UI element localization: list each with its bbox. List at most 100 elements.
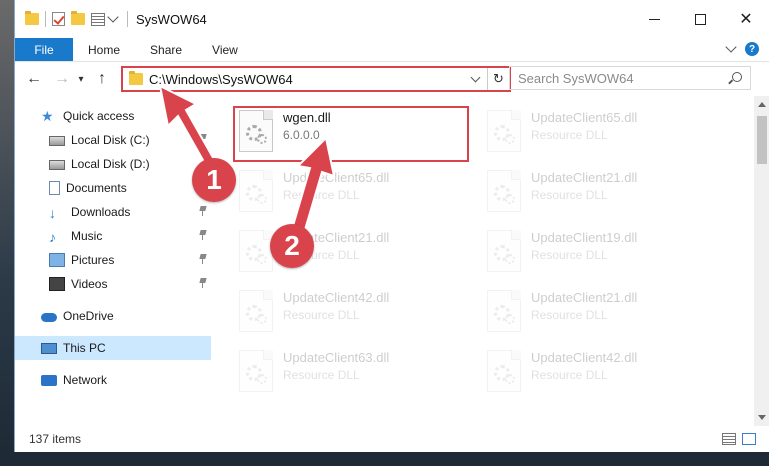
- scroll-up-icon[interactable]: [758, 102, 766, 107]
- dll-file-icon: [239, 350, 273, 392]
- file-type: Resource DLL: [283, 188, 360, 202]
- cloud-icon: [41, 313, 57, 322]
- properties-check-icon[interactable]: [52, 12, 65, 26]
- file-type: Resource DLL: [531, 368, 608, 382]
- sidebar-item-local-disk-c[interactable]: Local Disk (C:): [15, 128, 211, 152]
- sidebar-item-label: Network: [63, 373, 108, 387]
- customize-toolbar-icon[interactable]: [91, 12, 105, 26]
- file-item[interactable]: UpdateClient21.dll Resource DLL: [487, 168, 717, 226]
- sidebar-item-documents[interactable]: Documents: [15, 176, 211, 200]
- sidebar-item-network[interactable]: Network: [15, 368, 211, 392]
- back-button[interactable]: ←: [23, 68, 45, 90]
- file-type: Resource DLL: [283, 368, 360, 382]
- file-name: UpdateClient19.dll: [531, 230, 638, 245]
- step-badge-2: 2: [270, 224, 314, 268]
- sidebar-item-label: Downloads: [71, 205, 131, 219]
- recent-locations-button[interactable]: ▾: [75, 68, 87, 90]
- sidebar-item-label: Local Disk (D:): [71, 157, 150, 171]
- address-row: ← → ▾ ↑ C:\Windows\SysWOW64 ↻: [15, 62, 769, 96]
- tab-share[interactable]: Share: [135, 38, 197, 61]
- file-item-wgen-dll[interactable]: wgen.dll 6.0.0.0: [239, 108, 469, 166]
- sidebar-item-pictures[interactable]: Pictures: [15, 248, 211, 272]
- help-icon[interactable]: ?: [745, 42, 759, 56]
- file-name: UpdateClient42.dll: [531, 350, 638, 365]
- search-box[interactable]: [509, 66, 751, 90]
- address-path: C:\Windows\SysWOW64: [149, 71, 293, 87]
- ribbon-right-controls: ?: [725, 41, 759, 56]
- sidebar-item-label: Music: [71, 229, 103, 243]
- tab-home[interactable]: Home: [73, 38, 135, 61]
- file-item[interactable]: UpdateClient65.dll Resource DLL: [487, 108, 717, 166]
- pictures-icon: [49, 253, 65, 267]
- file-name: UpdateClient21.dll: [531, 290, 638, 305]
- toolbar-separator: [127, 11, 128, 27]
- sidebar-item-local-disk-d[interactable]: Local Disk (D:): [15, 152, 211, 176]
- file-type: Resource DLL: [531, 248, 608, 262]
- forward-arrow-icon: →: [54, 70, 70, 87]
- file-name: UpdateClient42.dll: [283, 290, 390, 305]
- main-content: ★ Quick access Local Disk (C:) Local Dis…: [15, 96, 769, 426]
- file-item[interactable]: UpdateClient63.dll Resource DLL: [239, 348, 469, 406]
- ribbon-tabs: File Home Share View ?: [15, 38, 769, 62]
- status-bar: 137 items: [15, 426, 769, 452]
- step-badge-1: 1: [192, 158, 236, 202]
- address-dropdown-icon[interactable]: [470, 72, 481, 83]
- dll-file-icon: [239, 170, 273, 212]
- minimize-button[interactable]: [631, 0, 677, 38]
- forward-button[interactable]: →: [51, 68, 73, 90]
- file-name: UpdateClient65.dll: [283, 170, 390, 185]
- back-arrow-icon: ←: [26, 70, 42, 87]
- disk-icon: [49, 160, 65, 170]
- minimize-icon: [648, 18, 660, 20]
- file-item[interactable]: UpdateClient19.dll Resource DLL: [487, 228, 717, 286]
- up-arrow-icon: ↑: [98, 70, 106, 87]
- dll-file-icon: [239, 230, 273, 272]
- scroll-thumb[interactable]: [757, 116, 767, 164]
- network-icon: [41, 374, 57, 386]
- sidebar-item-music[interactable]: ♪ Music: [15, 224, 211, 248]
- tab-file[interactable]: File: [15, 38, 73, 61]
- file-type: Resource DLL: [531, 188, 608, 202]
- dll-file-icon: [487, 230, 521, 272]
- large-icons-view-icon[interactable]: [742, 433, 756, 445]
- file-item[interactable]: UpdateClient65.dll Resource DLL: [239, 168, 469, 226]
- view-buttons: [722, 433, 756, 445]
- navigation-pane: ★ Quick access Local Disk (C:) Local Dis…: [15, 96, 211, 426]
- sidebar-item-downloads[interactable]: ↓ Downloads: [15, 200, 211, 224]
- file-name: UpdateClient63.dll: [283, 350, 390, 365]
- file-item[interactable]: UpdateClient21.dll Resource DLL: [487, 288, 717, 346]
- refresh-button[interactable]: ↻: [487, 68, 509, 90]
- file-type: Resource DLL: [283, 308, 360, 322]
- tab-view[interactable]: View: [197, 38, 253, 61]
- quick-access-toolbar: [15, 11, 128, 27]
- sidebar-item-quick-access[interactable]: ★ Quick access: [15, 104, 211, 128]
- title-bar: SysWOW64 ✕: [15, 0, 769, 38]
- expand-ribbon-icon[interactable]: [725, 41, 737, 53]
- up-button[interactable]: ↑: [91, 68, 113, 90]
- scroll-down-icon[interactable]: [758, 415, 766, 420]
- vertical-scrollbar[interactable]: [754, 96, 769, 426]
- sidebar-item-label: OneDrive: [63, 309, 114, 323]
- sidebar-item-videos[interactable]: Videos: [15, 272, 211, 296]
- file-item[interactable]: UpdateClient42.dll Resource DLL: [239, 288, 469, 346]
- new-folder-icon[interactable]: [71, 11, 85, 25]
- window-controls: ✕: [631, 0, 769, 38]
- close-button[interactable]: ✕: [723, 0, 769, 38]
- sidebar-item-label: Local Disk (C:): [71, 133, 150, 147]
- maximize-button[interactable]: [677, 0, 723, 38]
- file-item[interactable]: UpdateClient42.dll Resource DLL: [487, 348, 717, 406]
- dll-file-icon: [239, 110, 273, 152]
- download-icon: ↓: [49, 205, 56, 221]
- window-title: SysWOW64: [136, 11, 207, 27]
- file-version: 6.0.0.0: [283, 128, 320, 142]
- address-bar[interactable]: C:\Windows\SysWOW64 ↻: [121, 66, 511, 92]
- search-input[interactable]: [518, 70, 718, 86]
- sidebar-item-onedrive[interactable]: OneDrive: [15, 304, 211, 328]
- folder-icon: [25, 11, 39, 25]
- chevron-down-icon[interactable]: [107, 11, 119, 23]
- close-icon: ✕: [739, 11, 753, 28]
- sidebar-item-this-pc[interactable]: This PC: [15, 336, 211, 360]
- file-type: Resource DLL: [531, 308, 608, 322]
- sidebar-item-label: Videos: [71, 277, 108, 291]
- details-view-icon[interactable]: [722, 433, 736, 445]
